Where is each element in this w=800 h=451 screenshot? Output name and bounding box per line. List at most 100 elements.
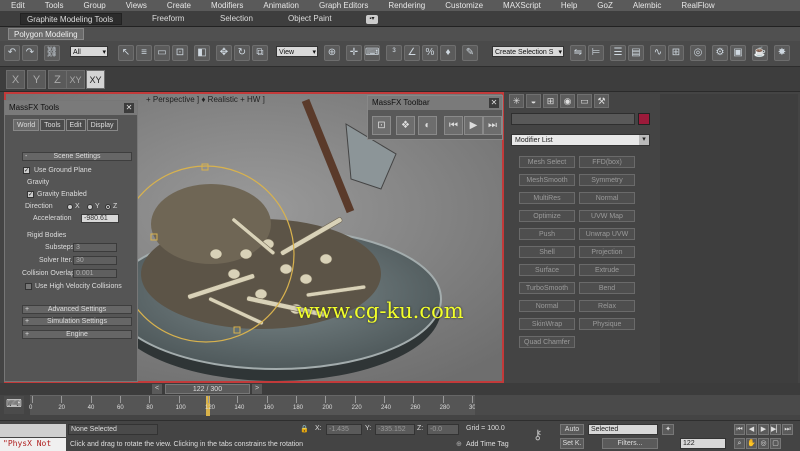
- axis-x-button[interactable]: X: [6, 70, 25, 89]
- render-production-icon[interactable]: ☕: [752, 45, 768, 61]
- rigid-body-icon[interactable]: ❖: [396, 116, 415, 135]
- go-to-end-icon[interactable]: ⏭: [782, 424, 793, 435]
- menu-item-edit[interactable]: Edit: [0, 1, 34, 10]
- angle-snap-icon[interactable]: ∠: [404, 45, 420, 61]
- modifier-button-skinwrap[interactable]: SkinWrap: [519, 318, 575, 330]
- window-crossing-icon[interactable]: ⊡: [172, 45, 188, 61]
- tab-display[interactable]: Display: [86, 119, 118, 131]
- x-coordinate-field[interactable]: -1.435: [326, 424, 362, 435]
- modifier-button-ffd-box[interactable]: FFD(box): [579, 156, 635, 168]
- high-velocity-checkbox[interactable]: [25, 283, 32, 290]
- massfx-tools-titlebar[interactable]: MassFX Tools ✕: [5, 101, 137, 115]
- curve-editor-icon[interactable]: ∿: [650, 45, 666, 61]
- modifier-button-bend[interactable]: Bend: [579, 282, 635, 294]
- direction-x-radio[interactable]: [67, 204, 73, 210]
- modifier-button-optimize[interactable]: Optimize: [519, 210, 575, 222]
- modifier-button-relax[interactable]: Relax: [579, 300, 635, 312]
- object-color-swatch[interactable]: [638, 113, 650, 125]
- axis-xy-active-button[interactable]: XY: [86, 70, 105, 89]
- spinner-snap-icon[interactable]: ♦: [440, 45, 456, 61]
- modifier-button-normal[interactable]: Normal: [579, 192, 635, 204]
- menu-item-alembic[interactable]: Alembic: [622, 1, 670, 10]
- select-manipulate-icon[interactable]: ✛: [346, 45, 362, 61]
- render-iterative-icon[interactable]: ✸: [774, 45, 790, 61]
- tab-graphite-modeling-tools[interactable]: Graphite Modeling Tools: [20, 13, 122, 25]
- modifier-button-push[interactable]: Push: [519, 228, 575, 240]
- modifier-button-uvw-map[interactable]: UVW Map: [579, 210, 635, 222]
- time-slider-track[interactable]: < 122 / 300 >: [0, 383, 800, 395]
- cloth-icon[interactable]: ◐: [418, 116, 437, 135]
- menu-item-help[interactable]: Help: [550, 1, 586, 10]
- ribbon-options-icon[interactable]: ▪▾: [366, 15, 378, 24]
- menu-item-maxscript[interactable]: MAXScript: [492, 1, 550, 10]
- menu-item-tools[interactable]: Tools: [34, 1, 73, 10]
- modifier-button-surface[interactable]: Surface: [519, 264, 575, 276]
- modifier-button-unwrap-uvw[interactable]: Unwrap UVW: [579, 228, 635, 240]
- motion-tab-icon[interactable]: ◉: [560, 94, 575, 108]
- pivot-center-icon[interactable]: ⊕: [324, 45, 340, 61]
- direction-y-radio[interactable]: [87, 204, 93, 210]
- start-simulation-icon[interactable]: ▶: [464, 116, 483, 135]
- axis-y-button[interactable]: Y: [27, 70, 46, 89]
- named-selection-set-select[interactable]: Create Selection S: [492, 46, 564, 58]
- menu-item-views[interactable]: Views: [115, 1, 156, 10]
- redo-icon[interactable]: ↷: [22, 45, 38, 61]
- create-tab-icon[interactable]: ✳: [509, 94, 524, 108]
- select-object-icon[interactable]: ↖: [118, 45, 134, 61]
- rotate-icon[interactable]: ↻: [234, 45, 250, 61]
- tab-polygon-modeling[interactable]: Polygon Modeling: [8, 28, 84, 40]
- modifier-button-projection[interactable]: Projection: [579, 246, 635, 258]
- render-icon[interactable]: ◧: [194, 45, 210, 61]
- select-by-name-icon[interactable]: ≡: [136, 45, 152, 61]
- auto-key-button[interactable]: Auto: [560, 424, 584, 435]
- acceleration-spinner[interactable]: -980.61: [81, 214, 119, 223]
- undo-icon[interactable]: ↶: [4, 45, 20, 61]
- tab-world[interactable]: World: [13, 119, 40, 131]
- rectangle-selection-icon[interactable]: ▭: [154, 45, 170, 61]
- axis-z-button[interactable]: Z: [48, 70, 67, 89]
- reset-simulation-icon[interactable]: ⏮: [444, 116, 463, 135]
- scale-icon[interactable]: ⧉: [252, 45, 268, 61]
- modifier-button-physique[interactable]: Physique: [579, 318, 635, 330]
- align-icon[interactable]: ⊨: [588, 45, 604, 61]
- hierarchy-tab-icon[interactable]: ⊞: [543, 94, 558, 108]
- advanced-settings-rollout[interactable]: + Advanced Settings: [22, 305, 132, 314]
- modifier-button-shell[interactable]: Shell: [519, 246, 575, 258]
- maxscript-listener-top[interactable]: [0, 424, 66, 437]
- percent-snap-icon[interactable]: %: [422, 45, 438, 61]
- use-ground-plane-checkbox[interactable]: ✓: [23, 167, 30, 174]
- time-slider-thumb[interactable]: 122 / 300: [165, 384, 250, 394]
- move-icon[interactable]: ✥: [216, 45, 232, 61]
- modifier-button-extrude[interactable]: Extrude: [579, 264, 635, 276]
- chevron-left-icon[interactable]: <: [152, 384, 162, 394]
- engine-rollout[interactable]: + Engine: [22, 330, 132, 339]
- maxscript-mini-listener[interactable]: "PhysX Not: [0, 438, 66, 451]
- object-name-field[interactable]: [511, 113, 635, 125]
- add-time-tag-icon[interactable]: ⊕: [456, 440, 462, 448]
- tab-tools[interactable]: Tools: [40, 119, 65, 131]
- collision-overlap-spinner[interactable]: 0.001: [73, 269, 117, 278]
- key-icon[interactable]: ⚷: [533, 427, 543, 443]
- layer-manager-icon[interactable]: ☰: [610, 45, 626, 61]
- material-editor-icon[interactable]: ◎: [690, 45, 706, 61]
- menu-item-modifiers[interactable]: Modifiers: [200, 1, 252, 10]
- step-simulation-icon[interactable]: ⏭: [483, 116, 502, 135]
- set-key-icon[interactable]: ✦: [662, 424, 674, 435]
- next-frame-icon[interactable]: ▶▏: [770, 424, 782, 435]
- modifier-button-multires[interactable]: MultiRes: [519, 192, 575, 204]
- massfx-toolbar-titlebar[interactable]: MassFX Toolbar ✕: [368, 96, 502, 110]
- tab-object-paint[interactable]: Object Paint: [288, 13, 332, 25]
- modifier-button-turbosmooth[interactable]: TurboSmooth: [519, 282, 575, 294]
- menu-item-realflow[interactable]: RealFlow: [670, 1, 723, 10]
- add-time-tag[interactable]: Add Time Tag: [466, 441, 509, 448]
- ribbon-toggle-icon[interactable]: ▤: [628, 45, 644, 61]
- utilities-tab-icon[interactable]: ⚒: [594, 94, 609, 108]
- menu-item-customize[interactable]: Customize: [434, 1, 492, 10]
- keyboard-shortcut-icon[interactable]: ⌨: [364, 45, 380, 61]
- set-key-button[interactable]: Set K.: [560, 438, 584, 449]
- render-setup-icon[interactable]: ⚙: [712, 45, 728, 61]
- world-parameters-icon[interactable]: ⊡: [372, 116, 391, 135]
- maximize-viewport-icon[interactable]: ▢: [770, 438, 781, 449]
- gravity-enabled-checkbox[interactable]: ✓: [27, 191, 34, 198]
- chevron-right-icon[interactable]: >: [252, 384, 262, 394]
